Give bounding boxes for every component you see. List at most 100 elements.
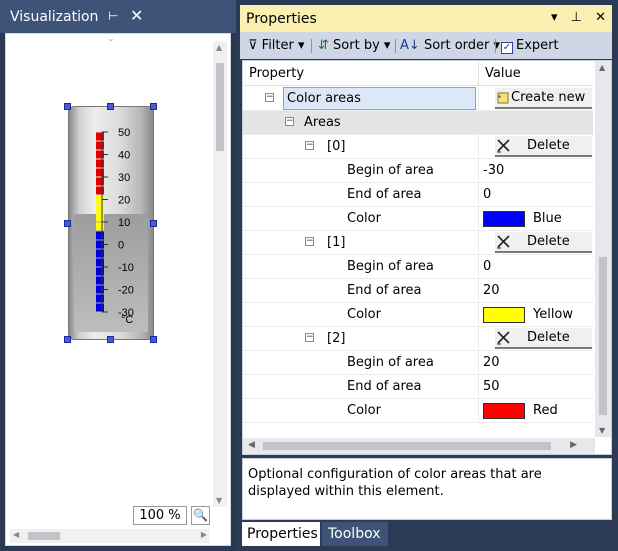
delete-button[interactable]: Delete xyxy=(495,136,592,157)
property-label: Color xyxy=(347,307,381,322)
delete-icon xyxy=(497,331,510,345)
chevron-down-icon: ▾ xyxy=(383,38,391,53)
color-name[interactable]: Red xyxy=(533,403,558,418)
resize-handle-middle-left[interactable] xyxy=(64,220,71,227)
pin-icon[interactable]: ⊥ xyxy=(571,10,582,25)
scroll-up-icon[interactable]: ▲ xyxy=(599,63,605,72)
zoom-level[interactable]: 100 % xyxy=(133,506,187,525)
scroll-up-icon[interactable]: ▲ xyxy=(216,43,222,52)
begin-value[interactable]: 0 xyxy=(483,259,491,274)
row-color[interactable]: Color Blue xyxy=(243,207,593,231)
thermometer-element[interactable]: 50 40 30 20 10 0 -10 -20 -30 °C xyxy=(68,106,154,340)
row-area-index[interactable]: − [2] Delete xyxy=(243,327,593,351)
color-swatch[interactable] xyxy=(483,403,525,419)
properties-toolbar: ⊽ Filter ▾ ⇵ Sort by ▾ A↓ Sort order ▾ ✓… xyxy=(240,32,612,59)
filter-button[interactable]: ⊽ Filter ▾ xyxy=(248,38,305,53)
collapse-icon[interactable]: − xyxy=(305,237,314,246)
scroll-left-icon[interactable]: ◀ xyxy=(248,440,255,450)
thermometer-segment xyxy=(96,276,104,285)
area-index-label: [1] xyxy=(327,235,346,250)
scroll-thumb[interactable] xyxy=(599,257,607,415)
toolbar-separator xyxy=(311,39,312,53)
visualization-vertical-scrollbar[interactable]: ▲ ▼ xyxy=(213,41,227,507)
row-color[interactable]: Color Red xyxy=(243,399,593,423)
close-icon[interactable]: ✕ xyxy=(130,6,143,25)
scroll-down-icon[interactable]: ▼ xyxy=(599,426,605,435)
thermometer-segment xyxy=(96,231,104,240)
color-name[interactable]: Blue xyxy=(533,211,562,226)
end-value[interactable]: 20 xyxy=(483,283,500,298)
resize-handle-top-left[interactable] xyxy=(64,103,71,110)
row-begin-of-area[interactable]: Begin of area 0 xyxy=(243,255,593,279)
scroll-left-icon[interactable]: ◀ xyxy=(13,530,19,539)
row-color[interactable]: Color Yellow xyxy=(243,303,593,327)
end-value[interactable]: 50 xyxy=(483,379,500,394)
delete-button[interactable]: Delete xyxy=(495,328,592,349)
color-swatch[interactable] xyxy=(483,211,525,227)
scale-label: 40 xyxy=(118,150,130,162)
ruler-marker-icon: ⌄ xyxy=(107,34,115,43)
color-swatch[interactable] xyxy=(483,307,525,323)
dropdown-icon[interactable]: ▾ xyxy=(551,10,558,25)
scroll-thumb[interactable] xyxy=(263,442,551,450)
sort-by-button[interactable]: ⇵ Sort by ▾ xyxy=(318,38,390,53)
collapse-icon[interactable]: − xyxy=(305,141,314,150)
sort-by-label: Sort by xyxy=(333,38,380,53)
scale-label: 0 xyxy=(118,240,124,252)
row-end-of-area[interactable]: End of area 20 xyxy=(243,279,593,303)
scroll-thumb[interactable] xyxy=(216,63,224,151)
scroll-right-icon[interactable]: ▶ xyxy=(570,440,577,450)
create-new-button[interactable]: * Create new xyxy=(495,88,592,109)
column-divider xyxy=(478,207,479,231)
column-header-value[interactable]: Value xyxy=(485,66,521,81)
resize-handle-bottom-center[interactable] xyxy=(107,336,114,343)
resize-handle-top-right[interactable] xyxy=(150,103,157,110)
expert-checkbox[interactable]: ✓ Expert xyxy=(501,38,559,54)
row-end-of-area[interactable]: End of area 50 xyxy=(243,375,593,399)
checkbox-checked-icon: ✓ xyxy=(501,42,513,54)
row-color-areas[interactable]: − Color areas * Create new xyxy=(243,87,593,111)
collapse-icon[interactable]: − xyxy=(285,117,294,126)
delete-button[interactable]: Delete xyxy=(495,232,592,253)
tab-toolbox[interactable]: Toolbox xyxy=(322,522,388,546)
resize-handle-top-center[interactable] xyxy=(107,103,114,110)
pin-icon[interactable]: ⊢ xyxy=(108,9,118,23)
column-divider xyxy=(478,351,479,375)
visualization-canvas[interactable]: ⌄ 50 40 30 20 10 0 -10 -20 -30 °C ▲ ▼ 100 % 🔍 xyxy=(5,33,231,546)
scroll-thumb[interactable] xyxy=(28,532,60,540)
row-begin-of-area[interactable]: Begin of area -30 xyxy=(243,159,593,183)
row-end-of-area[interactable]: End of area 0 xyxy=(243,183,593,207)
grid-vertical-scrollbar[interactable]: ▲ ▼ xyxy=(595,61,611,437)
collapse-icon[interactable]: − xyxy=(265,93,274,102)
collapse-icon[interactable]: − xyxy=(305,333,314,342)
row-area-index[interactable]: − [0] Delete xyxy=(243,135,593,159)
resize-handle-middle-right[interactable] xyxy=(150,220,157,227)
grid-horizontal-scrollbar[interactable]: ◀ ▶ xyxy=(243,438,595,454)
thermometer-scale: 50403020100-10-20-30 °C xyxy=(96,127,134,326)
zoom-icon[interactable]: 🔍 xyxy=(191,506,210,525)
color-name[interactable]: Yellow xyxy=(533,307,573,322)
row-areas[interactable]: − Areas xyxy=(243,111,593,135)
row-begin-of-area[interactable]: Begin of area 20 xyxy=(243,351,593,375)
thermometer-segment xyxy=(96,222,104,231)
column-divider xyxy=(478,135,479,159)
sort-order-button[interactable]: A↓ Sort order ▾ xyxy=(400,38,500,53)
end-value[interactable]: 0 xyxy=(483,187,491,202)
scale-label: 20 xyxy=(118,195,130,207)
scroll-right-icon[interactable]: ▶ xyxy=(201,530,207,539)
column-divider xyxy=(478,399,479,423)
begin-value[interactable]: -30 xyxy=(483,163,504,178)
column-header-property[interactable]: Property xyxy=(249,66,304,81)
resize-handle-bottom-left[interactable] xyxy=(64,336,71,343)
row-area-index[interactable]: − [1] Delete xyxy=(243,231,593,255)
property-label: Color areas xyxy=(287,91,361,106)
resize-handle-bottom-right[interactable] xyxy=(150,336,157,343)
delete-label: Delete xyxy=(527,330,570,345)
property-label: End of area xyxy=(347,379,422,394)
begin-value[interactable]: 20 xyxy=(483,355,500,370)
close-icon[interactable]: ✕ xyxy=(595,10,606,25)
visualization-horizontal-scrollbar[interactable]: ◀ ▶ xyxy=(10,529,210,543)
tab-properties[interactable]: Properties xyxy=(242,522,320,546)
grid-header: Property Value xyxy=(243,61,593,86)
scroll-down-icon[interactable]: ▼ xyxy=(216,496,222,505)
